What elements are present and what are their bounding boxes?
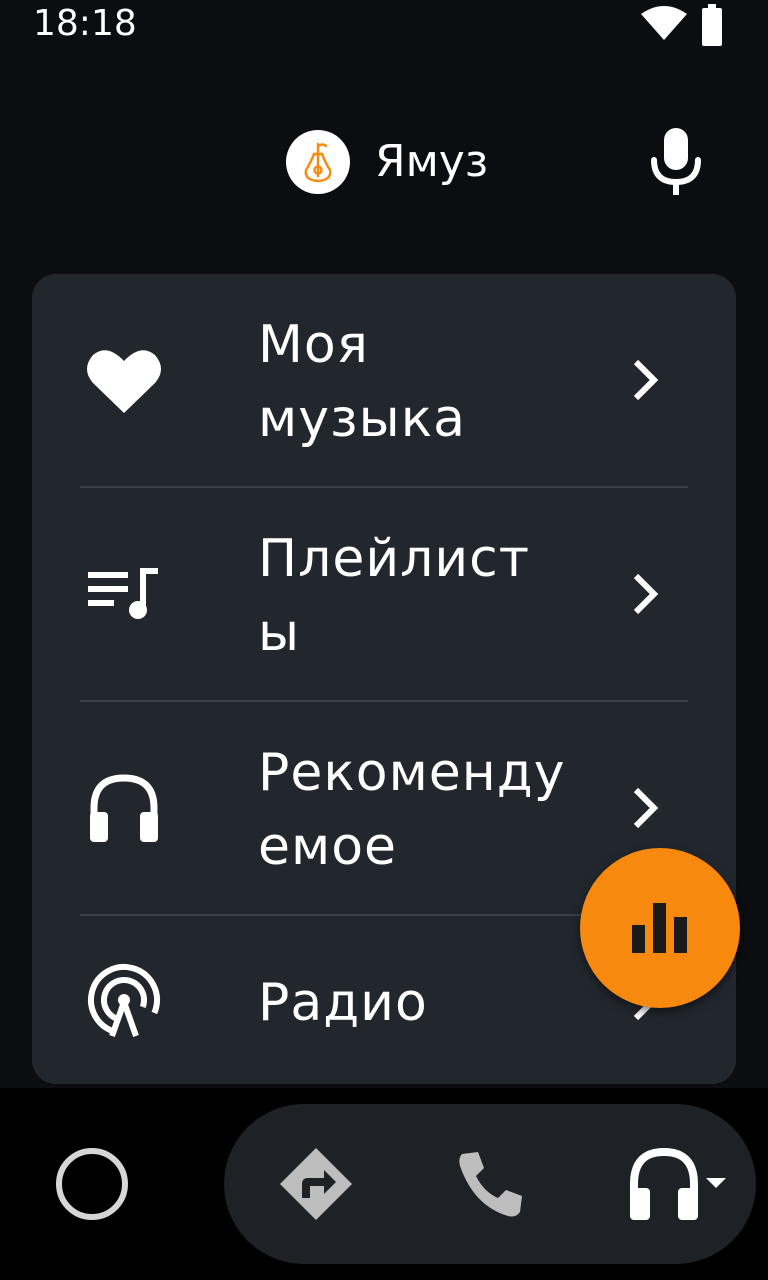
app-switcher-pill — [224, 1104, 756, 1264]
headphones-icon — [84, 768, 164, 848]
microphone-icon[interactable] — [642, 122, 710, 202]
menu-item-label: Моя музыка — [258, 315, 466, 449]
status-time: 18:18 — [33, 3, 137, 44]
equalizer-icon — [632, 903, 687, 953]
menu-item-label: Рекоменду емое — [258, 743, 566, 877]
wifi-icon — [641, 6, 687, 40]
directions-icon — [280, 1148, 352, 1220]
home-circle-icon[interactable] — [54, 1146, 130, 1222]
menu-item-label: Плейлист ы — [258, 529, 531, 663]
chevron-right-icon — [633, 787, 659, 829]
menu-item-label: Радио — [258, 973, 428, 1033]
app-logo-icon — [286, 130, 350, 194]
chevron-right-icon — [633, 573, 659, 615]
phone-button[interactable] — [450, 1144, 530, 1224]
playlist-icon — [84, 554, 164, 634]
heart-icon — [84, 340, 164, 420]
chevron-right-icon — [633, 359, 659, 401]
menu-item-my-music[interactable]: Моя музыка — [32, 274, 736, 486]
media-button[interactable] — [626, 1144, 730, 1224]
battery-icon — [702, 4, 722, 46]
menu-item-playlists[interactable]: Плейлист ы — [32, 488, 736, 700]
radio-icon — [84, 960, 164, 1040]
now-playing-button[interactable] — [580, 848, 740, 1008]
bottom-nav-bar — [0, 1088, 768, 1280]
app-header: Ямуз — [0, 110, 768, 220]
headphones-dropdown-icon — [630, 1147, 726, 1220]
navigation-button[interactable] — [276, 1144, 356, 1224]
app-title: Ямуз — [375, 136, 489, 187]
status-bar: 18:18 — [0, 0, 768, 50]
phone-icon — [459, 1152, 522, 1217]
